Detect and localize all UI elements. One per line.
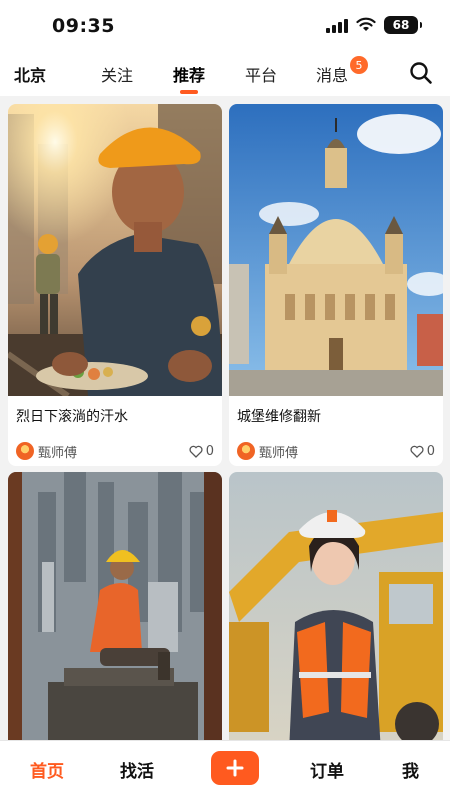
avatar — [237, 442, 255, 460]
heart-icon — [189, 445, 203, 458]
nav-me[interactable]: 我 — [402, 757, 419, 782]
card-meta: 甄师傅 0 — [8, 432, 222, 464]
city-selector[interactable]: 北京 — [14, 62, 46, 86]
like-button[interactable]: 0 — [410, 444, 435, 459]
author-name: 甄师傅 — [38, 445, 78, 461]
bottom-nav: 首页 找活 订单 我 — [0, 740, 450, 800]
feed-card[interactable] — [229, 472, 443, 740]
avatar — [16, 442, 34, 460]
feed-grid: 烈日下滚淌的汗水 甄师傅 0 城堡维修翻新 甄师傅 0 — [0, 100, 450, 740]
tab-recommend[interactable]: 推荐 — [173, 62, 205, 86]
card-title: 烈日下滚淌的汗水 — [16, 409, 128, 425]
tab-messages[interactable]: 消息 — [316, 62, 348, 86]
battery-icon: 68 — [384, 16, 422, 34]
signal-icon — [326, 17, 348, 33]
nav-find-work[interactable]: 找活 — [120, 757, 154, 782]
status-time: 09:35 — [52, 15, 115, 37]
card-image-worker-skyscraper[interactable] — [8, 472, 222, 740]
card-meta: 甄师傅 0 — [229, 432, 443, 464]
plus-icon — [226, 759, 244, 777]
card-image-castle[interactable] — [229, 104, 443, 396]
messages-badge: 5 — [350, 56, 368, 74]
publish-button[interactable] — [211, 751, 259, 785]
card-title: 城堡维修翻新 — [237, 409, 321, 425]
tab-follow[interactable]: 关注 — [101, 62, 133, 86]
feed-card[interactable] — [8, 472, 222, 740]
heart-icon — [410, 445, 424, 458]
card-image-worker-sweat[interactable] — [8, 104, 222, 396]
card-author[interactable]: 甄师傅 — [237, 442, 298, 461]
card-author[interactable]: 甄师傅 — [16, 442, 77, 461]
status-bar: 09:35 68 — [0, 0, 450, 52]
feed-card[interactable]: 烈日下滚淌的汗水 甄师傅 0 — [8, 104, 222, 466]
author-name: 甄师傅 — [259, 445, 299, 461]
like-button[interactable]: 0 — [189, 444, 214, 459]
nav-home[interactable]: 首页 — [30, 757, 64, 782]
nav-orders[interactable]: 订单 — [310, 757, 344, 782]
like-count: 0 — [426, 443, 435, 459]
card-image-woman-engineer[interactable] — [229, 472, 443, 740]
feed-card[interactable]: 城堡维修翻新 甄师傅 0 — [229, 104, 443, 466]
status-icons: 68 — [326, 16, 422, 34]
like-count: 0 — [205, 443, 214, 459]
wifi-icon — [356, 17, 376, 31]
tab-platform[interactable]: 平台 — [245, 62, 277, 86]
search-icon[interactable] — [408, 60, 434, 86]
top-nav: 北京 关注 推荐 平台 消息 5 — [0, 52, 450, 96]
